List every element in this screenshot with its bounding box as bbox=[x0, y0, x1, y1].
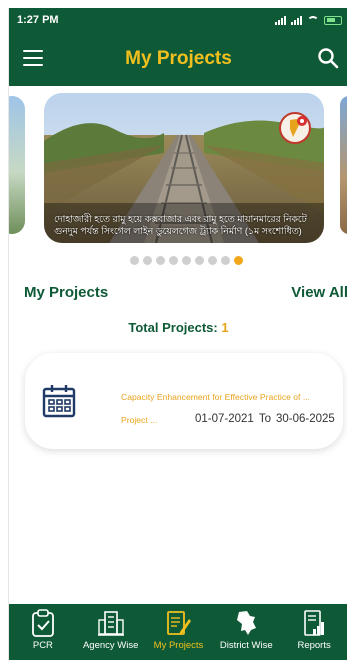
carousel-dot[interactable] bbox=[156, 256, 165, 265]
nav-label-reports: Reports bbox=[297, 640, 331, 651]
app-bar: My Projects bbox=[9, 32, 347, 86]
bottom-navigation: PCR Agency Wise My Projects District Wis… bbox=[9, 604, 347, 660]
page-title: My Projects bbox=[125, 48, 232, 69]
image-carousel[interactable]: দোহাজারী হতে রামু হয়ে কক্সবাজার এবং রাম… bbox=[9, 88, 347, 268]
building-icon bbox=[97, 611, 124, 636]
carousel-slide-current[interactable]: দোহাজারী হতে রামু হয়ে কক্সবাজার এবং রাম… bbox=[44, 93, 324, 243]
nav-item-district-wise[interactable]: District Wise bbox=[212, 604, 280, 660]
total-projects-count: 1 bbox=[221, 320, 229, 335]
nav-label-pcr: PCR bbox=[32, 640, 53, 651]
carousel-dot[interactable] bbox=[143, 256, 152, 265]
total-projects-label: Total Projects: bbox=[128, 320, 218, 335]
project-start-date: 01-07-2021 bbox=[195, 413, 254, 425]
carousel-slide-next[interactable] bbox=[340, 96, 347, 234]
status-time: 1:27 PM bbox=[17, 14, 59, 26]
carousel-slide-previous[interactable] bbox=[9, 96, 25, 234]
nav-item-my-projects[interactable]: My Projects bbox=[145, 604, 213, 660]
carousel-dot[interactable] bbox=[195, 256, 204, 265]
report-chart-icon bbox=[304, 610, 325, 636]
project-type: Project ... bbox=[121, 415, 158, 425]
bangladesh-map-icon bbox=[237, 611, 257, 635]
app-screen: 1:27 PM My Projects দোহাজারী হতে রামু হয… bbox=[8, 8, 347, 660]
wifi-icon bbox=[307, 15, 319, 25]
calendar-icon bbox=[42, 385, 76, 418]
nav-item-pcr[interactable]: PCR bbox=[9, 604, 77, 660]
signal-icon bbox=[291, 15, 302, 25]
carousel-dot[interactable] bbox=[169, 256, 178, 265]
view-all-link[interactable]: View All bbox=[291, 284, 347, 301]
project-date-separator: To bbox=[258, 413, 271, 425]
nav-label-agency-wise: Agency Wise bbox=[82, 640, 139, 651]
project-dates: 01-07-2021 To 30-06-2025 bbox=[195, 413, 335, 425]
section-title: My Projects bbox=[24, 284, 109, 301]
carousel-dot[interactable] bbox=[221, 256, 230, 265]
carousel-dot[interactable] bbox=[130, 256, 139, 265]
section-header: My Projects View All bbox=[9, 284, 347, 304]
nav-label-my-projects: My Projects bbox=[153, 640, 204, 651]
edit-document-icon bbox=[167, 611, 192, 635]
project-name: Capacity Enhancement for Effective Pract… bbox=[121, 392, 310, 402]
project-card[interactable]: Capacity Enhancement for Effective Pract… bbox=[25, 353, 343, 449]
search-icon[interactable] bbox=[316, 46, 340, 70]
nav-item-agency-wise[interactable]: Agency Wise bbox=[77, 604, 145, 660]
clipboard-check-icon bbox=[31, 609, 54, 637]
carousel-pagination bbox=[9, 256, 347, 266]
project-end-date: 30-06-2025 bbox=[275, 413, 335, 425]
nav-label-district-wise: District Wise bbox=[219, 640, 273, 651]
status-icons bbox=[275, 15, 342, 25]
carousel-caption: দোহাজারী হতে রামু হয়ে কক্সবাজার এবং রাম… bbox=[54, 214, 307, 236]
nav-item-reports[interactable]: Reports bbox=[280, 604, 347, 660]
signal-icon bbox=[275, 15, 286, 25]
carousel-dot[interactable] bbox=[208, 256, 217, 265]
battery-icon bbox=[324, 15, 342, 25]
carousel-dot[interactable] bbox=[182, 256, 191, 265]
status-bar: 1:27 PM bbox=[9, 8, 347, 32]
bangladesh-map-pin-icon bbox=[279, 112, 311, 144]
total-projects: Total Projects: 1 bbox=[9, 320, 347, 335]
carousel-dot[interactable] bbox=[234, 256, 243, 265]
